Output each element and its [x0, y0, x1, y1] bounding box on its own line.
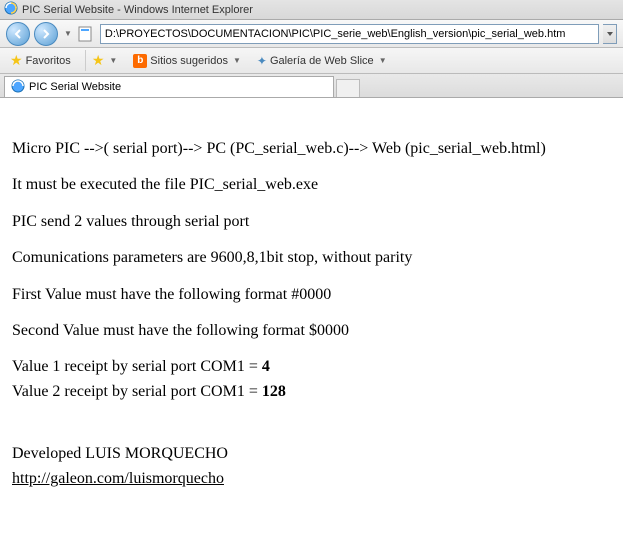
webslice-icon: ✦ — [257, 54, 267, 68]
content-line-exe: It must be executed the file PIC_serial_… — [12, 174, 611, 196]
favorites-button[interactable]: ★ Favoritos — [6, 50, 75, 71]
developer-link[interactable]: http://galeon.com/luismorquecho — [12, 470, 224, 487]
address-dropdown-icon[interactable] — [603, 24, 617, 44]
content-value2-line: Value 2 receipt by serial port COM1 = 12… — [12, 381, 611, 403]
new-tab-button[interactable] — [336, 79, 360, 97]
value1-label: Value 1 receipt by serial port COM1 = — [12, 358, 262, 375]
content-line-format2: Second Value must have the following for… — [12, 320, 611, 342]
star-icon: ★ — [10, 52, 23, 69]
content-line-pic: PIC send 2 values through serial port — [12, 211, 611, 233]
navigation-toolbar: ▼ — [0, 20, 623, 48]
window-title: PIC Serial Website - Windows Internet Ex… — [22, 4, 253, 16]
chevron-down-icon: ▼ — [379, 56, 387, 65]
star-add-icon: ★ — [92, 52, 105, 69]
tab-ie-icon — [11, 79, 25, 96]
value1: 4 — [262, 358, 270, 375]
bing-icon: b — [133, 54, 147, 68]
title-bar: PIC Serial Website - Windows Internet Ex… — [0, 0, 623, 20]
value2-label: Value 2 receipt by serial port COM1 = — [12, 383, 262, 400]
developer-block: Developed LUIS MORQUECHO http://galeon.c… — [12, 443, 611, 490]
ie-icon — [4, 1, 18, 18]
favorites-toolbar: ★ Favoritos ★ ▼ b Sitios sugeridos ▼ ✦ G… — [0, 48, 623, 74]
history-dropdown-icon[interactable]: ▼ — [64, 29, 72, 38]
page-file-icon — [76, 24, 94, 44]
content-line-params: Comunications parameters are 9600,8,1bit… — [12, 247, 611, 269]
favorite-item-sitios[interactable]: b Sitios sugeridos ▼ — [129, 52, 245, 70]
tab-title: PIC Serial Website — [29, 81, 121, 93]
chevron-down-icon: ▼ — [233, 56, 241, 65]
back-button[interactable] — [6, 22, 30, 46]
developer-credit: Developed LUIS MORQUECHO — [12, 443, 611, 465]
favorites-label: Favoritos — [26, 55, 71, 67]
add-favorite-button[interactable]: ★ ▼ — [85, 50, 121, 71]
favorite-link-label: Sitios sugeridos — [150, 55, 228, 67]
chevron-down-icon: ▼ — [109, 56, 117, 65]
favorite-item-galeria[interactable]: ✦ Galería de Web Slice ▼ — [253, 52, 391, 70]
forward-button[interactable] — [34, 22, 58, 46]
content-value1-line: Value 1 receipt by serial port COM1 = 4 — [12, 356, 611, 378]
value2: 128 — [262, 383, 286, 400]
browser-tab[interactable]: PIC Serial Website — [4, 76, 334, 97]
page-content: Micro PIC -->( serial port)--> PC (PC_se… — [0, 98, 623, 550]
content-line-flow: Micro PIC -->( serial port)--> PC (PC_se… — [12, 138, 611, 160]
content-line-format1: First Value must have the following form… — [12, 284, 611, 306]
address-bar-input[interactable] — [100, 24, 599, 44]
favorite-link-label: Galería de Web Slice — [270, 55, 374, 67]
tab-strip: PIC Serial Website — [0, 74, 623, 98]
